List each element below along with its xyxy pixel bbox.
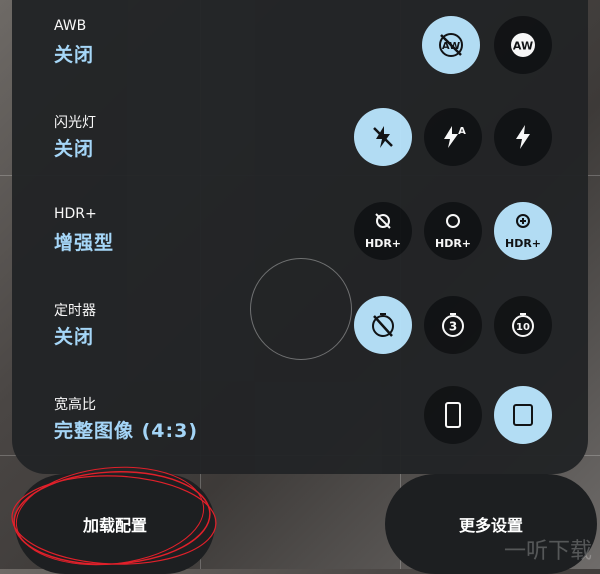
setting-label: HDR+ <box>54 206 97 222</box>
aspect-4-3-icon[interactable] <box>494 386 552 444</box>
timer-off-icon[interactable] <box>354 296 412 354</box>
setting-label: 定时器 <box>54 303 96 319</box>
flash-off-icon[interactable] <box>354 108 412 166</box>
hdr-enhanced-icon[interactable]: HDR+ <box>494 202 552 260</box>
setting-value: 关闭 <box>54 138 95 160</box>
awb-off-icon[interactable]: AW <box>422 16 480 74</box>
svg-text:AW: AW <box>513 40 533 53</box>
focus-ring <box>250 258 352 360</box>
watermark: 一听下载 <box>503 539 592 564</box>
quick-settings-panel: AWB 关闭 AW AW 闪光灯 关闭 A HDR+ 增强型 HDR+ H <box>12 0 588 474</box>
setting-row-flash: 闪光灯 关闭 A <box>12 94 588 184</box>
svg-text:10: 10 <box>516 322 530 333</box>
timer-10s-icon[interactable]: 10 <box>494 296 552 354</box>
setting-value: 关闭 <box>54 326 95 348</box>
load-config-label: 加载配置 <box>82 516 147 535</box>
setting-value: 关闭 <box>54 44 95 66</box>
awb-auto-icon[interactable]: AW <box>494 16 552 74</box>
setting-row-aspect-ratio: 宽高比 完整图像 (4:3) <box>12 376 588 466</box>
setting-label: 闪光灯 <box>54 115 96 131</box>
aspect-full-icon[interactable] <box>424 386 482 444</box>
svg-text:3: 3 <box>449 320 457 334</box>
setting-value: 增强型 <box>54 232 115 254</box>
setting-label: 宽高比 <box>54 397 96 413</box>
flash-on-icon[interactable] <box>494 108 552 166</box>
timer-3s-icon[interactable]: 3 <box>424 296 482 354</box>
svg-text:A: A <box>458 126 466 137</box>
hdr-on-icon[interactable]: HDR+ <box>424 202 482 260</box>
setting-label: AWB <box>54 18 87 34</box>
load-config-button[interactable]: 加载配置 <box>15 474 215 574</box>
flash-auto-icon[interactable]: A <box>424 108 482 166</box>
hdr-off-icon[interactable]: HDR+ <box>354 202 412 260</box>
setting-row-awb: AWB 关闭 AW AW <box>12 0 588 90</box>
setting-value: 完整图像 (4:3) <box>54 420 199 442</box>
